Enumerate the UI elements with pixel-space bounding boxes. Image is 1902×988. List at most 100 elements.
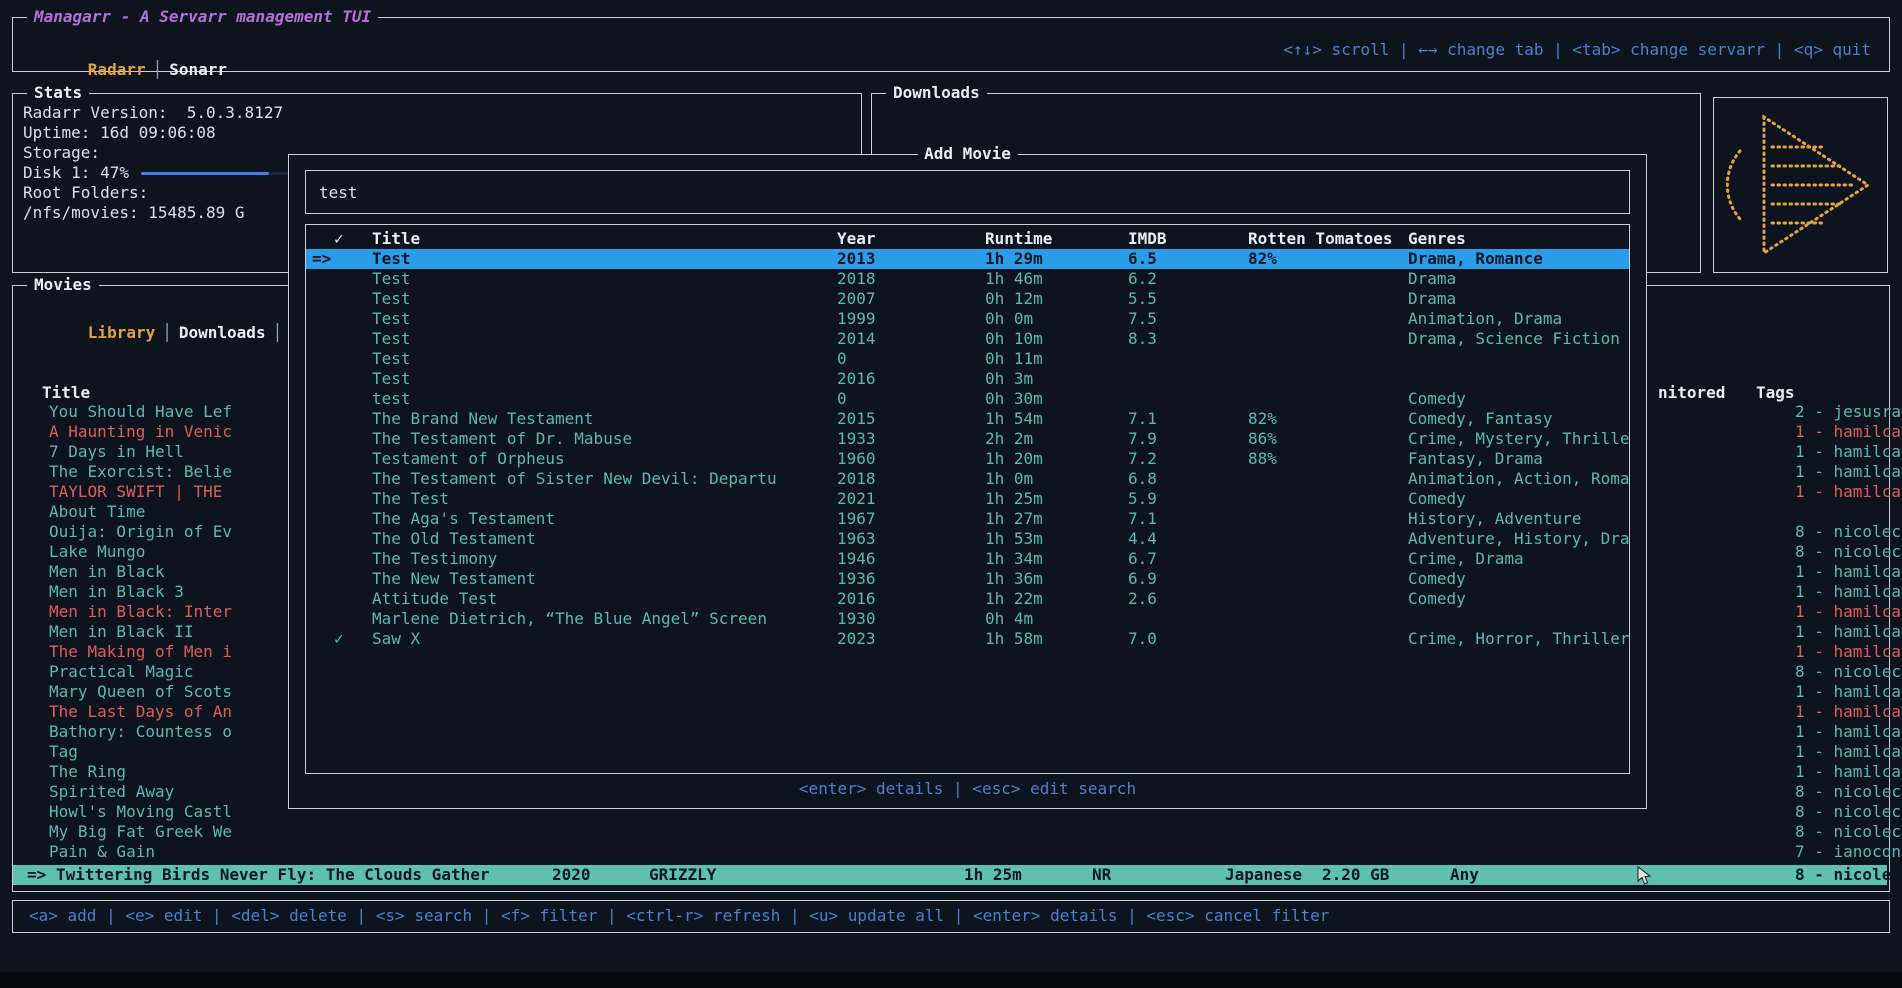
search-result-row[interactable]: Attitude Test 2016 1h 22m 2.6 Comedy [306,589,1629,609]
movie-tag: 1 - hamilcar_ [1795,762,1902,782]
year-column-header: Year [837,229,876,249]
search-result-row[interactable]: The Testament of Dr. Mabuse 1933 2h 2m 7… [306,429,1629,449]
movie-tag: 7 - ianoconno [1795,842,1902,862]
app-title: Managarr - A Servarr management TUI [27,7,378,27]
movie-row[interactable]: Pain & Gain 7 - ianoconno [13,842,1887,862]
movie-title: The Making of Men i [49,642,232,662]
result-genres: Animation, Action, Romance [1408,469,1630,489]
runtime-column-header: Runtime [985,229,1052,249]
movie-title: Bathory: Countess o [49,722,232,742]
result-rotten-tomatoes: 86% [1248,429,1277,449]
result-runtime: 2h 2m [985,429,1033,449]
result-title: The Testament of Dr. Mabuse [372,429,632,449]
search-result-row[interactable]: The Brand New Testament 2015 1h 54m 7.1 … [306,409,1629,429]
search-result-row[interactable]: The New Testament 1936 1h 36m 6.9 Comedy [306,569,1629,589]
search-results-table: ✓ Title Year Runtime IMDB Rotten Tomatoe… [305,224,1630,774]
movie-tag: 1 - hamilcar_ [1795,602,1902,622]
result-year: 1946 [837,549,876,569]
result-title: The Test [372,489,449,509]
radarr-logo-icon [1726,111,1876,259]
movie-title: Pain & Gain [49,842,155,862]
movie-tag: 8 - nicolecol [1795,782,1902,802]
result-imdb-rating: 8.3 [1128,329,1157,349]
result-genres: Comedy [1408,389,1466,409]
result-year: 1930 [837,609,876,629]
add-movie-modal: Add Movie ✓ Title Year Runtime IMDB Rott… [288,154,1647,809]
disk-usage-gauge-fill [141,172,269,175]
result-imdb-rating: 7.5 [1128,309,1157,329]
movie-title: You Should Have Lef [49,402,232,422]
movie-title: About Time [49,502,145,522]
result-imdb-rating: 5.9 [1128,489,1157,509]
uptime: Uptime: 16d 09:06:08 [23,123,413,143]
search-result-row[interactable]: The Old Testament 1963 1h 53m 4.4 Advent… [306,529,1629,549]
mouse-cursor [1637,866,1653,891]
selected-movie-language: Japanese [1225,865,1302,885]
add-movie-title: Add Movie [917,144,1018,164]
movies-title: Movies [27,275,99,295]
result-runtime: 0h 11m [985,349,1043,369]
search-result-row[interactable]: The Aga's Testament 1967 1h 27m 7.1 Hist… [306,509,1629,529]
search-result-row[interactable]: Test 0 0h 11m [306,349,1629,369]
result-runtime: 1h 36m [985,569,1043,589]
result-rotten-tomatoes: 88% [1248,449,1277,469]
title-column-header: Title [42,383,90,403]
disk-usage-label: Disk 1: 47% [23,163,129,183]
result-genres: Comedy [1408,489,1466,509]
result-title: The Testimony [372,549,497,569]
result-genres: Drama, Science Fiction [1408,329,1620,349]
movie-tag: 1 - hamilcar_ [1795,482,1902,502]
movie-row[interactable]: My Big Fat Greek We 8 - nicolecol [13,822,1887,842]
result-imdb-rating: 5.5 [1128,289,1157,309]
add-movie-search-input[interactable] [306,171,1629,213]
search-result-row[interactable]: The Test 2021 1h 25m 5.9 Comedy [306,489,1629,509]
added-checkmark-icon: ✓ [334,629,344,649]
movie-tag: 1 - hamilcar_ [1795,582,1902,602]
movie-title: A Haunting in Venic [49,422,232,442]
radarr-logo-panel [1713,97,1888,273]
tab-sonarr[interactable]: Sonarr [162,60,234,79]
search-result-row[interactable]: => Test 2013 1h 29m 6.5 82% Drama, Roman… [306,249,1629,269]
search-result-row[interactable]: Marlene Dietrich, “The Blue Angel” Scree… [306,609,1629,629]
search-result-row[interactable]: Test 2014 0h 10m 8.3 Drama, Science Fict… [306,329,1629,349]
top-keybindings-help: <↑↓> scroll | ←→ change tab | <tab> chan… [1283,40,1871,60]
search-results-header: ✓ Title Year Runtime IMDB Rotten Tomatoe… [306,229,1629,249]
movie-title: Spirited Away [49,782,174,802]
result-rotten-tomatoes: 82% [1248,409,1277,429]
movie-tag: 1 - hamilcar_ [1795,702,1902,722]
tab-downloads[interactable]: Downloads [172,323,273,342]
rotten-tomatoes-column-header: Rotten Tomatoes [1248,229,1393,249]
tab-library[interactable]: Library [81,323,162,342]
tab-radarr[interactable]: Radarr [81,60,153,79]
movie-title: The Ring [49,762,126,782]
movie-title: Howl's Moving Castl [49,802,232,822]
search-result-row[interactable]: ✓ Saw X 2023 1h 58m 7.0 Crime, Horror, T… [306,629,1629,649]
search-result-row[interactable]: Test 1999 0h 0m 7.5 Animation, Drama [306,309,1629,329]
bottom-keybindings-help: <a> add | <e> edit | <del> delete | <s> … [29,906,1329,926]
bottom-keybindings-bar: <a> add | <e> edit | <del> delete | <s> … [12,900,1890,933]
result-year: 0 [837,389,847,409]
terminal-bottom-strip [0,972,1902,988]
tab-separator: │ [273,323,283,342]
search-result-row[interactable]: Test 2016 0h 3m [306,369,1629,389]
movie-title: Practical Magic [49,662,194,682]
movie-tag: 1 - hamilcar_ [1795,682,1902,702]
result-genres: Drama [1408,269,1456,289]
result-title: test [372,389,411,409]
movie-title: Lake Mungo [49,542,145,562]
result-imdb-rating: 6.7 [1128,549,1157,569]
imdb-column-header: IMDB [1128,229,1167,249]
result-genres: Crime, Drama [1408,549,1524,569]
search-result-row[interactable]: Testament of Orpheus 1960 1h 20m 7.2 88%… [306,449,1629,469]
movie-tag: 1 - hamilcar_ [1795,642,1902,662]
search-result-row[interactable]: The Testament of Sister New Devil: Depar… [306,469,1629,489]
search-result-row[interactable]: The Testimony 1946 1h 34m 6.7 Crime, Dra… [306,549,1629,569]
movie-title: The Exorcist: Belie [49,462,232,482]
search-result-row[interactable]: Test 2018 1h 46m 6.2 Drama [306,269,1629,289]
result-year: 2021 [837,489,876,509]
result-imdb-rating: 7.2 [1128,449,1157,469]
search-result-row[interactable]: Test 2007 0h 12m 5.5 Drama [306,289,1629,309]
search-result-row[interactable]: test 0 0h 30m Comedy [306,389,1629,409]
check-column-header: ✓ [334,229,344,249]
selected-movie-row[interactable]: => Twittering Birds Never Fly: The Cloud… [13,865,1887,885]
